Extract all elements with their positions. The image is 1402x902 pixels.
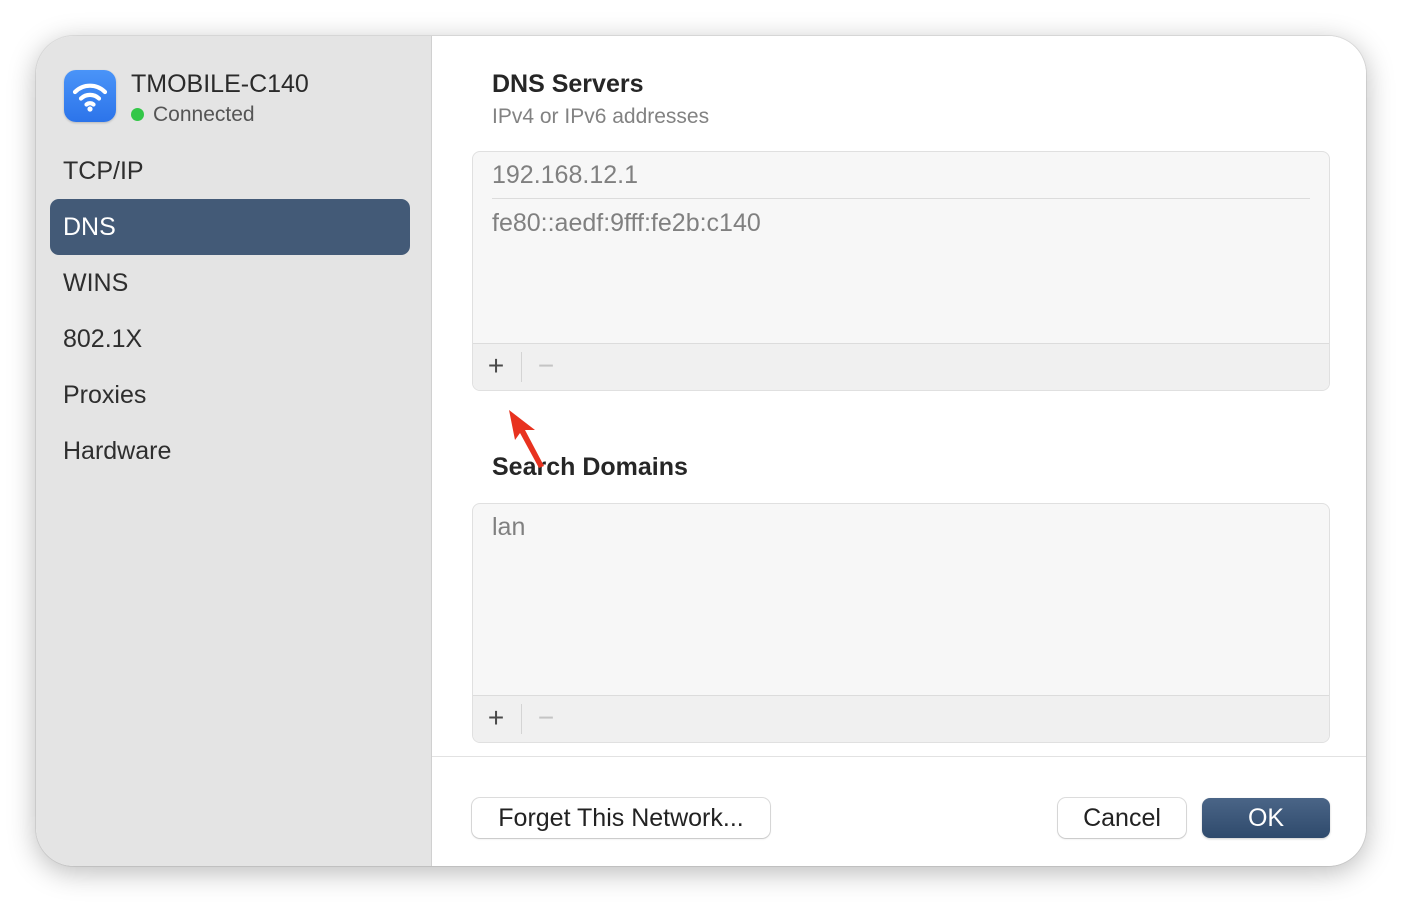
toolbar-divider <box>521 704 522 734</box>
sidebar-item-dns[interactable]: DNS <box>50 199 410 255</box>
sidebar-item-label: 802.1X <box>63 325 143 353</box>
wifi-icon <box>64 70 116 122</box>
dns-servers-list: 192.168.12.1 fe80::aedf:9fff:fe2b:c140 +… <box>472 151 1330 391</box>
sidebar-item-label: Proxies <box>63 381 147 409</box>
sidebar-item-tcp-ip[interactable]: TCP/IP <box>50 143 410 199</box>
status-dot-icon <box>131 108 144 121</box>
sidebar-item-hardware[interactable]: Hardware <box>50 423 410 479</box>
dns-servers-title: DNS Servers <box>492 70 644 98</box>
connection-status-label: Connected <box>153 103 255 126</box>
add-dns-server-button[interactable]: + <box>473 344 519 390</box>
ok-button[interactable]: OK <box>1202 798 1330 838</box>
network-settings-window: TMOBILE-C140 Connected TCP/IP DNS WINS 8… <box>36 36 1366 866</box>
toolbar-divider <box>521 352 522 382</box>
forget-network-button[interactable]: Forget This Network... <box>472 798 770 838</box>
network-header: TMOBILE-C140 Connected <box>64 70 404 126</box>
sidebar-item-proxies[interactable]: Proxies <box>50 367 410 423</box>
sidebar-item-label: TCP/IP <box>63 157 144 185</box>
cancel-button[interactable]: Cancel <box>1058 798 1186 838</box>
dns-servers-subtitle: IPv4 or IPv6 addresses <box>492 105 710 128</box>
red-arrow-icon <box>506 408 546 475</box>
dns-server-entry[interactable]: 192.168.12.1 <box>492 161 638 190</box>
sidebar-item-label: WINS <box>63 269 129 297</box>
search-domain-entry[interactable]: lan <box>492 513 525 542</box>
sidebar-item-label: DNS <box>63 213 116 241</box>
sidebar-item-label: Hardware <box>63 437 172 465</box>
dns-server-entry[interactable]: fe80::aedf:9fff:fe2b:c140 <box>492 209 761 238</box>
dns-servers-toolbar: + − <box>473 343 1329 390</box>
search-domains-list: lan + − <box>472 503 1330 743</box>
add-search-domain-button[interactable]: + <box>473 696 519 742</box>
sidebar: TMOBILE-C140 Connected TCP/IP DNS WINS 8… <box>36 36 432 866</box>
search-domains-toolbar: + − <box>473 695 1329 742</box>
network-name: TMOBILE-C140 <box>131 70 309 98</box>
remove-dns-server-button[interactable]: − <box>523 344 569 390</box>
sidebar-nav: TCP/IP DNS WINS 802.1X Proxies Hardware <box>50 143 410 479</box>
connection-status: Connected <box>131 103 255 127</box>
sidebar-item-802-1x[interactable]: 802.1X <box>50 311 410 367</box>
dns-panel: DNS Servers IPv4 or IPv6 addresses 192.1… <box>432 36 1366 866</box>
footer-divider <box>432 756 1366 757</box>
remove-search-domain-button[interactable]: − <box>523 696 569 742</box>
list-divider <box>492 198 1310 199</box>
sidebar-item-wins[interactable]: WINS <box>50 255 410 311</box>
